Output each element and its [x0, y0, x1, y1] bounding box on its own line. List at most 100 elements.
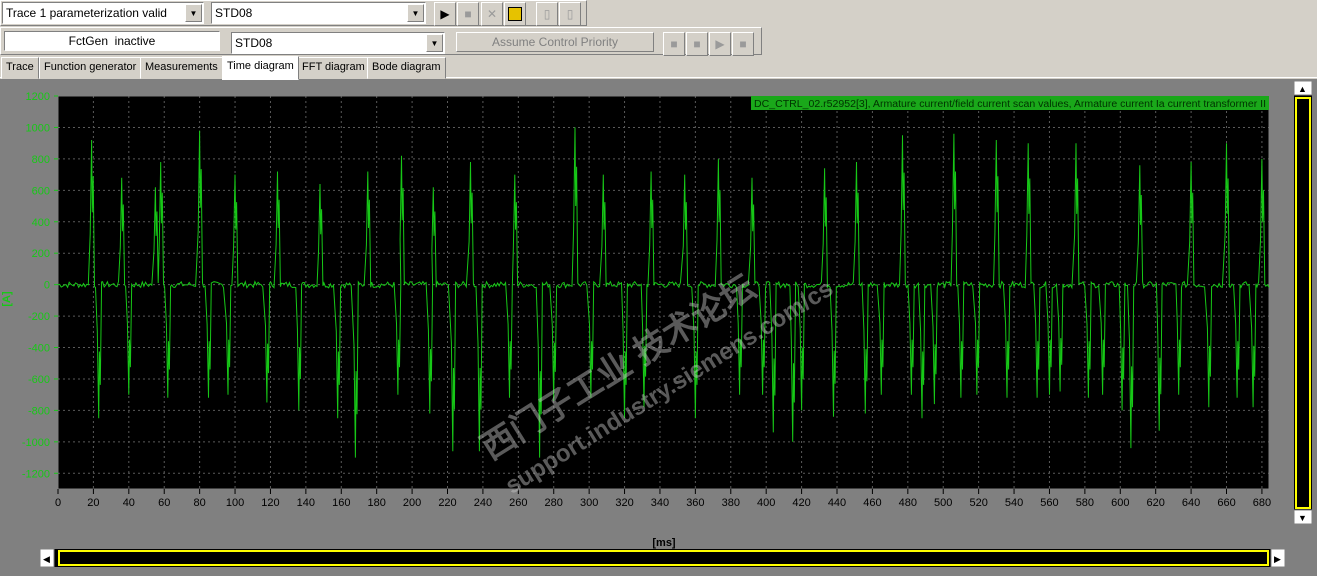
y-tick-label: 800	[32, 154, 50, 166]
x-tick-label: 640	[1182, 497, 1200, 509]
y-tick-label: 1200	[26, 91, 50, 103]
delete-icon: ✕	[486, 7, 498, 21]
save-trace-button[interactable]	[504, 2, 526, 26]
x-tick-label: 560	[1040, 497, 1058, 509]
trace-option-2-button[interactable]: ▯	[559, 2, 581, 26]
legend-label: DC_CTRL_02.r52952[3], Armature current/f…	[754, 99, 1266, 110]
x-tick-label: 260	[509, 497, 527, 509]
stop-icon: ■	[670, 37, 678, 51]
x-tick-label: 0	[55, 497, 61, 509]
y-tick-label: 1000	[26, 122, 50, 134]
delete-trace-button[interactable]: ✕	[481, 2, 503, 26]
x-tick-label: 380	[722, 497, 740, 509]
trace-device-text: STD08	[215, 6, 253, 20]
fctgen-device-select[interactable]: STD08 ▼	[231, 32, 445, 54]
x-tick-label: 600	[1111, 497, 1129, 509]
assume-control-priority-button[interactable]: Assume Control Priority	[456, 32, 654, 52]
fctgen-stop-button[interactable]: ■	[663, 32, 685, 56]
x-tick-label: 440	[828, 497, 846, 509]
chevron-down-icon[interactable]: ▼	[426, 34, 443, 52]
save-icon	[508, 7, 522, 21]
device-icon: ▯	[566, 7, 574, 21]
chevron-down-icon[interactable]: ▼	[407, 4, 424, 22]
fctgen-toolbar: FctGen inactive STD08 ▼ Assume Control P…	[0, 27, 762, 56]
chart-panel: 1200 1000 800 600 400 200 0 -200 -400 -600 -800 -10…	[0, 79, 1317, 576]
x-tick-label: 540	[1005, 497, 1023, 509]
x-tick-label: 500	[934, 497, 952, 509]
x-tick-label: 180	[368, 497, 386, 509]
x-tick-label: 320	[615, 497, 633, 509]
scroll-left-icon: ◀	[43, 554, 50, 564]
fctgen-device-text: STD08	[235, 36, 273, 50]
x-tick-label: 60	[158, 497, 170, 509]
x-tick-label: 140	[297, 497, 315, 509]
x-tick-label: 400	[757, 497, 775, 509]
scroll-up-icon: ▲	[1298, 84, 1307, 94]
x-tick-label: 660	[1217, 497, 1235, 509]
y-tick-label: -1200	[22, 468, 50, 480]
x-tick-label: 520	[969, 497, 987, 509]
x-tick-label: 100	[226, 497, 244, 509]
tab-trace[interactable]: Trace	[1, 57, 39, 79]
tab-measurements[interactable]: Measurements	[140, 57, 223, 79]
x-tick-label: 300	[580, 497, 598, 509]
start-trace-button[interactable]: ▶	[434, 2, 456, 26]
trace-device-select[interactable]: STD08 ▼	[211, 2, 426, 24]
fctgen-status-text: FctGen inactive	[68, 34, 156, 48]
y-tick-label: 400	[32, 217, 50, 229]
assume-control-priority-label: Assume Control Priority	[491, 35, 619, 49]
x-tick-label: 20	[87, 497, 99, 509]
vertical-scrollbar[interactable]: ▲ ▼	[1293, 80, 1313, 525]
y-tick-label: 0	[44, 280, 50, 292]
x-tick-label: 160	[332, 497, 350, 509]
trace-status-combo[interactable]: Trace 1 parameterization valid ▼	[2, 2, 204, 24]
x-tick-label: 420	[792, 497, 810, 509]
x-axis-label: [ms]	[652, 537, 676, 549]
x-tick-label: 340	[651, 497, 669, 509]
plot-area	[58, 96, 1269, 489]
x-tick-label: 460	[863, 497, 881, 509]
y-tick-label: -600	[28, 374, 50, 386]
trace-toolbar: Trace 1 parameterization valid ▼ STD08 ▼…	[0, 0, 587, 26]
tab-fft-diagram[interactable]: FFT diagram	[297, 57, 370, 79]
x-tick-label: 40	[123, 497, 135, 509]
fctgen-status-field: FctGen inactive	[4, 31, 220, 51]
stop-trace-button[interactable]: ■	[457, 2, 479, 26]
y-tick-label: -200	[28, 311, 50, 323]
x-tick-label: 580	[1076, 497, 1094, 509]
time-diagram-chart: 120010008006004002000-200-400-600-800-10…	[1, 80, 1313, 568]
x-tick-label: 360	[686, 497, 704, 509]
stop-icon: ■	[464, 7, 472, 21]
y-tick-label: 200	[32, 248, 50, 260]
fctgen-end-button[interactable]: ■	[732, 32, 754, 56]
y-tick-label: -400	[28, 343, 50, 355]
y-axis: 1200 1000 800 600 400 200 0 -200 -400 -600 -800 -10…	[22, 91, 58, 480]
x-tick-label: 120	[261, 497, 279, 509]
tab-function-generator[interactable]: Function generator	[39, 57, 142, 79]
device-icon: ▯	[543, 7, 551, 21]
scroll-down-icon: ▼	[1298, 513, 1307, 523]
x-tick-label: 480	[899, 497, 917, 509]
stop-icon: ■	[693, 37, 701, 51]
x-tick-label: 680	[1253, 497, 1271, 509]
fctgen-pause-button[interactable]: ■	[686, 32, 708, 56]
x-axis: 0 20 40 60 80 100 120 140 160 180 200 220 240 260 280 3…	[55, 489, 1271, 509]
tab-bode-diagram[interactable]: Bode diagram	[367, 57, 446, 79]
y-tick-label: -800	[28, 405, 50, 417]
x-tick-label: 240	[474, 497, 492, 509]
y-tick-label: -1000	[22, 437, 50, 449]
y-axis-label: [A]	[1, 291, 13, 307]
x-tick-label: 200	[403, 497, 421, 509]
horizontal-scrollbar[interactable]: ◀ ▶	[39, 548, 1286, 568]
toolbar-row1-background	[587, 0, 1317, 26]
chevron-down-icon[interactable]: ▼	[185, 4, 202, 22]
stop-icon: ■	[739, 37, 747, 51]
trace-option-1-button[interactable]: ▯	[536, 2, 558, 26]
x-tick-label: 220	[438, 497, 456, 509]
x-tick-label: 620	[1147, 497, 1165, 509]
scroll-right-icon: ▶	[1274, 554, 1281, 564]
y-tick-label: 600	[32, 185, 50, 197]
tab-time-diagram[interactable]: Time diagram	[222, 56, 299, 80]
play-icon: ▶	[715, 37, 725, 51]
fctgen-start-button[interactable]: ▶	[709, 32, 731, 56]
